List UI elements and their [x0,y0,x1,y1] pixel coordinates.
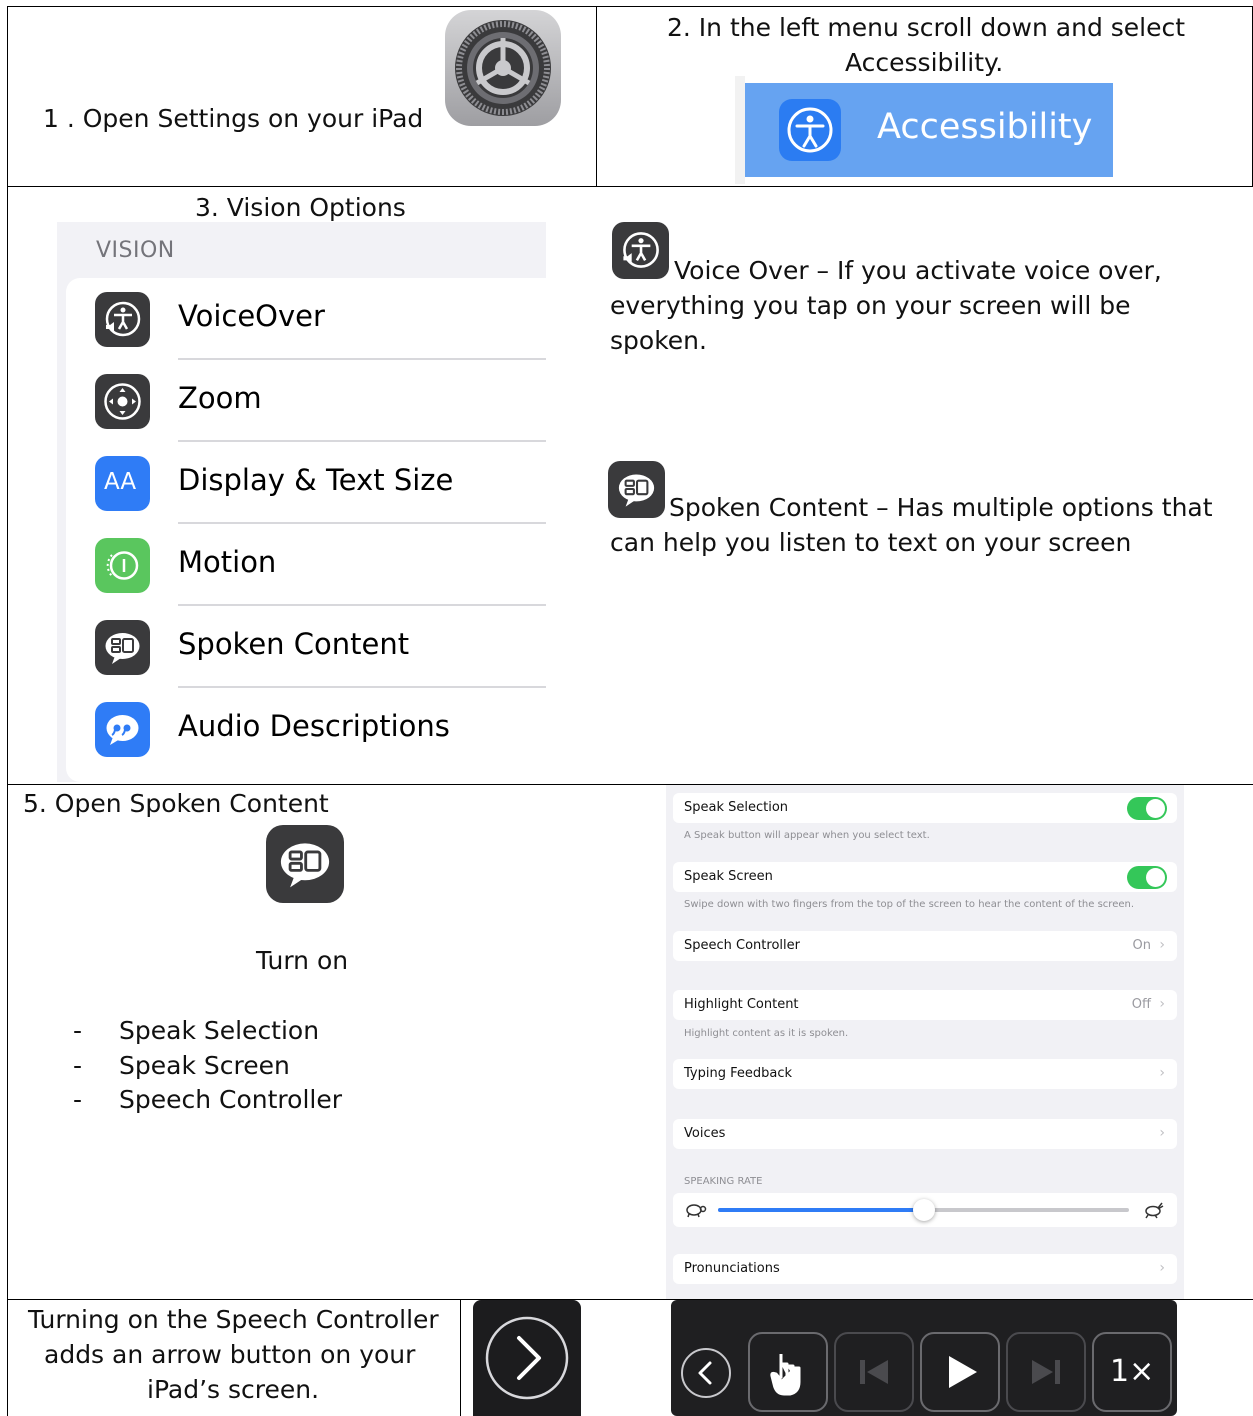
tap-to-speak-button[interactable] [748,1332,828,1412]
speed-button[interactable]: 1× [1092,1332,1172,1412]
speech-controller-value: On [1132,938,1151,953]
chevron-right-icon: › [1159,1065,1165,1081]
vision-item-label: Motion [178,545,277,579]
skip-forward-button[interactable] [1006,1332,1086,1412]
voiceover-icon [95,292,150,347]
bullet-item: Speak Selection [119,1016,320,1045]
vision-item-voiceover[interactable]: VoiceOver [66,278,546,360]
vision-header: VISION [96,238,175,263]
chevron-right-icon: › [1159,1125,1165,1141]
motion-icon [95,538,150,593]
highlight-content-note: Highlight content as it is spoken. [684,1028,849,1039]
chevron-right-icon: › [1159,937,1165,953]
voiceover-desc-line1: Voice Over – If you activate voice over, [674,256,1162,285]
settings-gear-icon [445,10,561,126]
skip-forward-icon [1032,1360,1060,1384]
skip-back-button[interactable] [834,1332,914,1412]
speaking-rate-header: SPEAKING RATE [684,1176,763,1187]
controller-text-cell: Turning on the Speech Controller adds an… [7,1299,461,1416]
accessibility-icon [779,99,841,161]
hand-pointer-icon [770,1354,801,1396]
chevron-left-icon [698,1361,712,1385]
step1-text: 1 . Open Settings on your iPad [43,104,424,133]
spoken-content-icon [608,461,665,518]
step2-line1: 2. In the left menu scroll down and sele… [667,13,1186,42]
spoken-content-settings: Speak Selection A Speak button will appe… [666,785,1184,1299]
highlight-content-value: Off [1131,997,1151,1012]
speak-selection-note: A Speak button will appear when you sele… [684,830,930,841]
skip-back-icon [860,1360,888,1384]
bullet-mark: - [73,1016,83,1045]
vision-list: VoiceOver Zoom AA Display & Text Size Mo… [66,278,546,782]
bullet-mark: - [73,1085,83,1114]
speak-selection-row[interactable]: Speak Selection [673,793,1177,823]
typing-feedback-label: Typing Feedback [684,1066,793,1081]
vision-item-display-text-size[interactable]: AA Display & Text Size [66,442,546,524]
zoom-icon [95,374,150,429]
speak-screen-label: Speak Screen [684,869,773,884]
vision-item-label: Spoken Content [178,627,410,661]
speech-controller-bar: 1× [671,1300,1177,1416]
speak-screen-toggle[interactable] [1127,866,1167,889]
voices-row[interactable]: Voices › [673,1119,1177,1149]
vision-item-label: Display & Text Size [178,463,454,497]
typing-feedback-row[interactable]: Typing Feedback › [673,1059,1177,1089]
text-size-glyph: AA [104,469,137,495]
spoken-content-icon [95,620,150,675]
bullet-mark: - [73,1051,83,1080]
speaking-rate-fill [718,1208,924,1212]
bullet-item: Speech Controller [119,1085,343,1114]
voiceover-desc-line2: everything you tap on your screen will b… [610,291,1131,320]
highlight-content-row[interactable]: Highlight Content Off › [673,990,1177,1020]
controller-text-line3: iPad’s screen. [147,1375,320,1404]
spoken-content-icon [266,825,344,903]
step3-title: 3. Vision Options [195,193,406,222]
vision-item-label: VoiceOver [178,299,325,333]
speak-screen-note: Swipe down with two fingers from the top… [684,899,1135,910]
bullet-item: Speak Screen [119,1051,290,1080]
play-button[interactable] [920,1332,1000,1412]
voiceover-desc-line3: spoken. [610,326,707,355]
spoken-desc-line1: Spoken Content – Has multiple options th… [669,493,1213,522]
speaking-rate-row [673,1193,1177,1227]
voiceover-icon [612,222,669,279]
vision-item-spoken-content[interactable]: Spoken Content [66,606,546,688]
speak-selection-toggle[interactable] [1127,797,1167,820]
turtle-icon [686,1204,707,1218]
speak-selection-label: Speak Selection [684,800,789,815]
speaking-rate-slider[interactable] [718,1199,1129,1221]
vision-item-motion[interactable]: Motion [66,524,546,606]
voices-label: Voices [684,1126,726,1141]
chevron-right-icon: › [1159,996,1165,1012]
speech-controller-row[interactable]: Speech Controller On › [673,931,1177,961]
controller-text-line2: adds an arrow button on your [44,1340,416,1369]
hare-icon [1145,1202,1164,1219]
play-icon [949,1356,977,1388]
highlight-content-label: Highlight Content [684,997,799,1012]
chevron-right-icon: › [1159,1260,1165,1276]
vision-item-label: Zoom [178,381,262,415]
step2-line2: Accessibility. [845,48,1004,77]
speed-label: 1× [1110,1354,1155,1389]
pronunciations-label: Pronunciations [684,1261,780,1276]
vision-settings-panel: VISION VoiceOver Zoom AA Display & Text … [57,222,546,782]
turn-on-label: Turn on [256,946,349,975]
accessibility-banner[interactable]: Accessibility [745,83,1113,177]
speech-controller-arrow-button[interactable] [473,1300,581,1416]
controller-text-line1: Turning on the Speech Controller [28,1305,439,1334]
audio-descriptions-icon [95,702,150,757]
step5-title: 5. Open Spoken Content [23,789,329,818]
vision-item-label: Audio Descriptions [178,709,450,743]
text-size-icon: AA [95,456,150,511]
banner-shadow [735,76,745,184]
speaking-rate-thumb[interactable] [912,1199,935,1221]
spoken-desc-line2: can help you listen to text on your scre… [610,528,1132,557]
vision-item-zoom[interactable]: Zoom [66,360,546,442]
pronunciations-row[interactable]: Pronunciations › [673,1254,1177,1284]
accessibility-label: Accessibility [877,107,1093,147]
collapse-button[interactable] [681,1348,731,1398]
speech-controller-label: Speech Controller [684,938,800,953]
speak-screen-row[interactable]: Speak Screen [673,862,1177,892]
vision-item-audio-descriptions[interactable]: Audio Descriptions [66,688,546,770]
